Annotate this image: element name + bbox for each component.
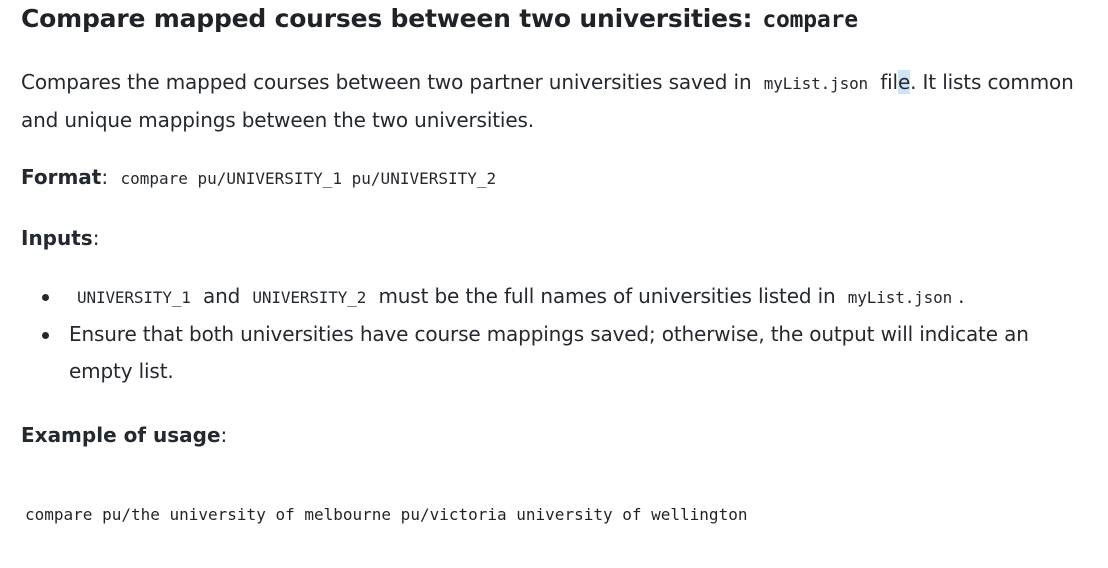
example-label: Example of usage (21, 423, 221, 447)
list-item-end: . (958, 284, 965, 308)
format-code: compare pu/UNIVERSITY_1 pu/UNIVERSITY_2 (120, 169, 497, 188)
university-1-code: UNIVERSITY_1 (77, 288, 191, 307)
section-heading: Compare mapped courses between two unive… (21, 4, 858, 33)
list-item: UNIVERSITY_1 and UNIVERSITY_2 must be th… (21, 278, 1091, 316)
and-text: and (203, 284, 241, 308)
inputs-list: UNIVERSITY_1 and UNIVERSITY_2 must be th… (21, 278, 1091, 390)
heading-text: Compare mapped courses between two unive… (21, 4, 753, 33)
format-line: Format: compare pu/UNIVERSITY_1 pu/UNIVE… (21, 165, 496, 189)
list-item-text: must be the full names of universities l… (378, 284, 836, 308)
command-description: Compares the mapped courses between two … (21, 64, 1083, 138)
heading-command-code: compare (762, 7, 858, 33)
example-heading: Example of usage: (21, 423, 227, 447)
list-item-text: Ensure that both universities have cours… (69, 322, 1029, 383)
description-text-fil: fil (880, 70, 898, 94)
mylist-filename-code: myList.json (847, 288, 953, 307)
format-label: Format (21, 165, 102, 189)
university-2-code: UNIVERSITY_2 (252, 288, 367, 307)
inputs-heading: Inputs: (21, 226, 99, 250)
inputs-label: Inputs (21, 226, 93, 250)
description-filename-code: myList.json (763, 74, 869, 93)
inputs-colon: : (92, 226, 100, 250)
description-text-1: Compares the mapped courses between two … (21, 70, 752, 94)
bullet-icon (42, 294, 49, 301)
list-item: Ensure that both universities have cours… (21, 316, 1091, 390)
bullet-icon (42, 332, 49, 339)
format-colon: : (101, 165, 109, 189)
example-code-block: compare pu/the university of melbourne p… (25, 505, 748, 524)
example-colon: : (220, 423, 228, 447)
text-selection-highlight: e (897, 70, 911, 94)
